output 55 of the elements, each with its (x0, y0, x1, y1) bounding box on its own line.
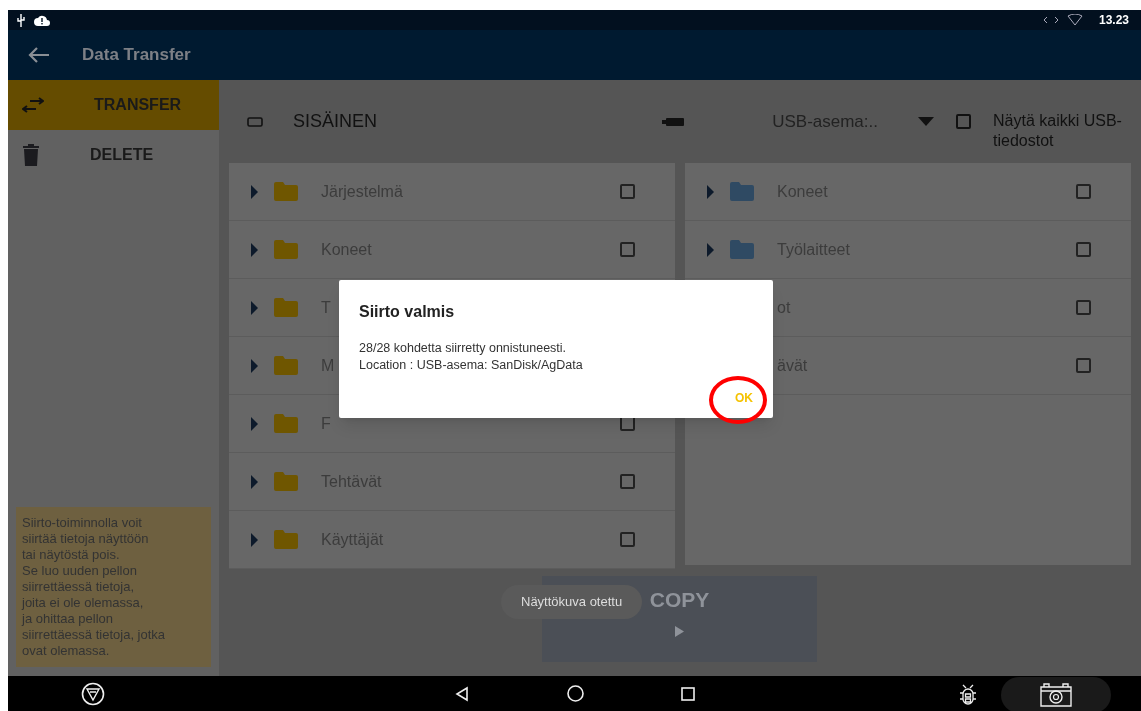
recents-icon[interactable] (681, 686, 695, 701)
trash-icon (22, 143, 40, 167)
folder-icon (274, 356, 298, 375)
expand-arrow-icon[interactable] (707, 242, 714, 257)
triangle-circle-icon[interactable] (81, 681, 105, 706)
folder-icon (274, 298, 298, 317)
sidebar-item[interactable]: TRANSFER (8, 80, 219, 130)
expand-arrow-icon[interactable] (251, 300, 258, 315)
folder-checkbox[interactable] (1076, 184, 1091, 199)
folder-checkbox[interactable] (1076, 242, 1091, 257)
source-label: SISÄINEN (293, 110, 378, 133)
expand-arrow-icon[interactable] (251, 242, 258, 257)
folder-icon (274, 182, 298, 201)
expand-arrow-icon[interactable] (251, 416, 258, 431)
folder-checkbox[interactable] (620, 474, 635, 489)
highlight-circle (709, 376, 767, 424)
folder-checkbox[interactable] (1076, 358, 1091, 373)
back-icon[interactable] (455, 685, 469, 702)
folder-icon (274, 530, 298, 549)
device-icon (247, 116, 263, 127)
folder-icon (274, 240, 298, 259)
expand-arrow-icon[interactable] (251, 184, 258, 199)
folder-checkbox[interactable] (620, 242, 635, 257)
dialog-title: Siirto valmis (359, 302, 456, 322)
usb-icon (16, 13, 26, 27)
wifi-icon (1066, 14, 1083, 26)
show-all-label: Näytä kaikki USB-tiedostot (993, 110, 1123, 151)
status-time: 13.23 (1098, 12, 1129, 29)
usb-stick-icon (662, 116, 685, 127)
cloud-alert-icon (34, 14, 50, 26)
data-arrows-icon (1042, 15, 1059, 25)
home-icon[interactable] (567, 685, 584, 702)
expand-arrow-icon[interactable] (251, 358, 258, 373)
ok-button[interactable]: OK (735, 389, 753, 407)
expand-arrow-icon[interactable] (251, 532, 258, 547)
folder-checkbox[interactable] (620, 184, 635, 199)
folder-icon (730, 182, 754, 201)
folder-icon (274, 472, 298, 491)
folder-icon (274, 414, 298, 433)
show-all-checkbox[interactable] (956, 114, 971, 129)
folder-checkbox[interactable] (1076, 300, 1091, 315)
swap-arrows-icon (22, 97, 44, 113)
dropdown-caret-icon (918, 117, 934, 126)
back-arrow-icon[interactable] (28, 46, 50, 64)
camera-icon (1039, 682, 1073, 708)
app-title: Data Transfer (82, 44, 191, 67)
help-text: Siirto-toiminnolla voit siirtää tietoja näyttöön tai näytöstä pois. Se luo uuden pellon siirrettäessä tietoja, joita ei ole olemassa, ja ohittaa pellon siirrettäessä tietoja, jotka ovat olemassa. (16, 507, 211, 667)
expand-arrow-icon[interactable] (707, 184, 714, 199)
screenshot-button[interactable] (1001, 677, 1111, 711)
folder-checkbox[interactable] (620, 532, 635, 547)
dialog-message: 28/28 kohdetta siirretty onnistuneesti. Location : USB-asema: SanDisk/AgData (359, 340, 584, 374)
folder-icon (730, 240, 754, 259)
play-icon (675, 625, 684, 637)
screenshot-toast: Näyttökuva otettu (501, 585, 643, 619)
expand-arrow-icon[interactable] (251, 474, 258, 489)
